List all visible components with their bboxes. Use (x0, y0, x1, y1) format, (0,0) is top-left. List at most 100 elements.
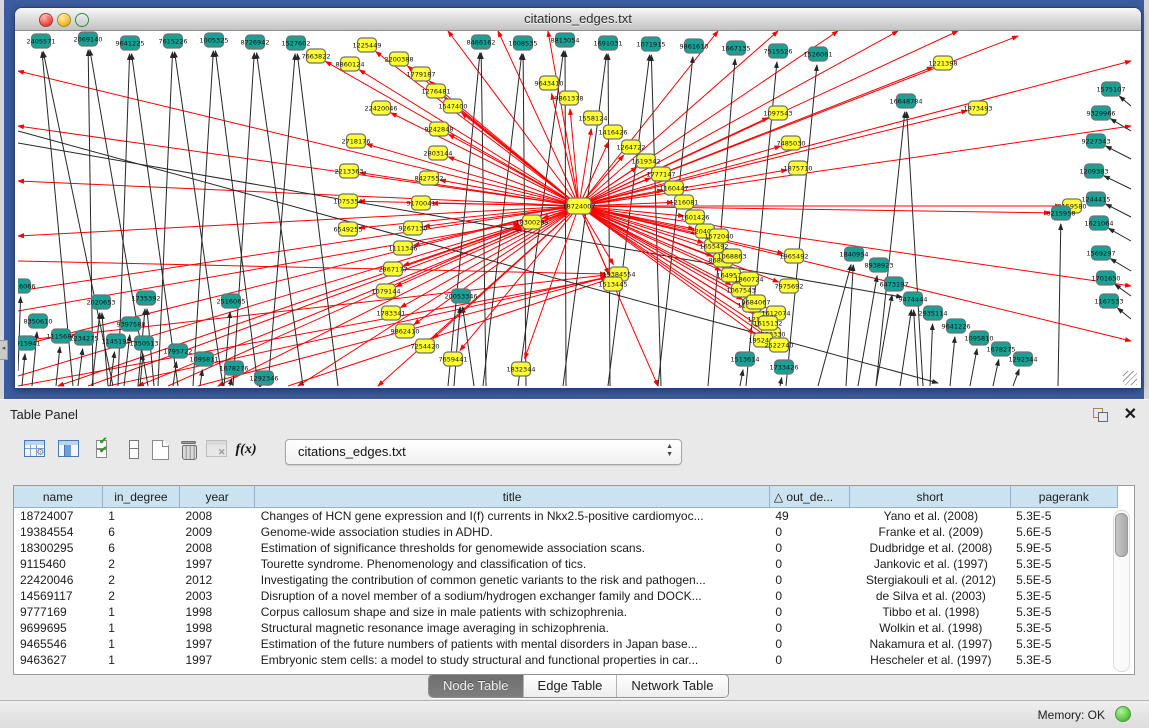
table-cell[interactable]: Wolkin et al. (1998) (850, 620, 1011, 636)
graph-node[interactable]: 1832344 (507, 362, 536, 376)
graph-node[interactable]: 9861610 (680, 39, 709, 53)
table-cell[interactable]: 2 (102, 572, 179, 588)
graph-node[interactable]: 1795722 (164, 344, 193, 358)
graph-node[interactable]: 1167533 (1095, 294, 1124, 308)
graph-node[interactable]: 1575107 (1097, 82, 1126, 96)
graph-node[interactable]: 1513614 (731, 352, 760, 366)
function-icon[interactable]: f(x) (234, 440, 258, 466)
table-row[interactable]: 946554611997Estimation of the future num… (14, 636, 1118, 652)
table-cell[interactable]: 5.3E-5 (1010, 508, 1117, 525)
row-selector-icon[interactable] (122, 440, 146, 466)
table-cell[interactable]: 2 (102, 588, 179, 604)
graph-node[interactable]: 8350610 (24, 314, 53, 328)
table-scrollbar[interactable] (1113, 510, 1130, 672)
graph-node[interactable]: 1225449 (353, 38, 382, 52)
table-cell[interactable]: Estimation of significance thresholds fo… (255, 540, 770, 556)
graph-node[interactable]: 7515526 (764, 44, 793, 58)
table-cell[interactable]: 0 (769, 588, 849, 604)
table-cell[interactable]: Corpus callosum shape and size in male p… (255, 604, 770, 620)
graph-node[interactable]: 2803144 (424, 146, 453, 160)
table-cell[interactable]: 5.9E-5 (1010, 540, 1117, 556)
table-cell[interactable]: 0 (769, 652, 849, 668)
table-cell[interactable]: 5.3E-5 (1010, 556, 1117, 572)
graph-node[interactable]: 8466162 (467, 35, 496, 49)
table-selector-dropdown[interactable]: citations_edges.txt ▲▼ (285, 439, 682, 465)
graph-node[interactable]: 2020653 (87, 295, 116, 309)
graph-node[interactable]: 1558124 (579, 111, 608, 125)
graph-node[interactable]: 1221398 (929, 56, 958, 70)
graph-node[interactable]: 7975692 (775, 279, 804, 293)
table-cell[interactable]: 0 (769, 604, 849, 620)
table-cell[interactable]: 18724007 (14, 508, 102, 525)
graph-node[interactable]: 2516066 (18, 279, 35, 293)
graph-node[interactable]: 1292346 (250, 371, 279, 385)
graph-node[interactable]: 1005325 (200, 33, 229, 47)
column-header-name[interactable]: name (14, 486, 102, 508)
table-cell[interactable]: Franke et al. (2009) (850, 524, 1011, 540)
table-cell[interactable]: Disruption of a novel member of a sodium… (255, 588, 770, 604)
table-cell[interactable]: 1997 (180, 556, 255, 572)
graph-node[interactable]: 1678275 (987, 342, 1016, 356)
table-cell[interactable]: Tourette syndrome. Phenomenology and cla… (255, 556, 770, 572)
graph-node[interactable]: 1691031 (594, 36, 623, 50)
graph-node[interactable]: 2069140 (74, 32, 103, 46)
table-cell[interactable]: 1997 (180, 636, 255, 652)
graph-node[interactable]: 1527602 (282, 36, 311, 50)
select-checks-icon[interactable]: ✔✔ (92, 440, 116, 466)
table-cell[interactable]: 0 (769, 556, 849, 572)
table-cell[interactable]: 2 (102, 556, 179, 572)
table-cell[interactable]: Changes of HCN gene expression and I(f) … (255, 508, 770, 525)
table-cell[interactable]: 14569117 (14, 588, 102, 604)
table-cell[interactable]: 1998 (180, 604, 255, 620)
graph-node[interactable]: 2935114 (919, 306, 948, 320)
column-header-title[interactable]: title (255, 486, 770, 508)
table-cell[interactable]: 2012 (180, 572, 255, 588)
window-resize-grip[interactable] (1123, 371, 1137, 385)
graph-node[interactable]: 9474444 (899, 292, 928, 306)
graph-node[interactable]: 6473197 (880, 277, 909, 291)
table-cell[interactable]: 1 (102, 508, 179, 525)
table-cell[interactable]: 9777169 (14, 604, 102, 620)
table-row[interactable]: 969969511998Structural magnetic resonanc… (14, 620, 1118, 636)
graph-node[interactable]: 2200388 (385, 52, 414, 66)
graph-node[interactable]: 1701650 (1092, 271, 1121, 285)
graph-node[interactable]: 9641226 (942, 319, 971, 333)
table-cell[interactable]: 19384554 (14, 524, 102, 540)
graph-node[interactable]: 1350513 (130, 336, 159, 350)
column-header-in_degree[interactable]: in_degree (102, 486, 179, 508)
table-cell[interactable]: 1 (102, 652, 179, 668)
graph-node[interactable]: 9643410 (535, 76, 564, 90)
table-cell[interactable]: 1 (102, 636, 179, 652)
column-header-year[interactable]: year (180, 486, 255, 508)
table-cell[interactable]: 49 (769, 508, 849, 525)
table-cell[interactable]: de Silva et al. (2003) (850, 588, 1011, 604)
table-row[interactable]: 946362711997Embryonic stem cells: a mode… (14, 652, 1118, 668)
table-cell[interactable]: 2008 (180, 540, 255, 556)
graph-node[interactable]: 9242848 (425, 122, 454, 136)
graph-node[interactable]: 1008535 (509, 36, 538, 50)
table-cell[interactable]: Estimation of the future numbers of pati… (255, 636, 770, 652)
graph-node[interactable]: 9862410 (391, 324, 420, 338)
table-cell[interactable]: 2008 (180, 508, 255, 525)
graph-node[interactable]: 2516065 (217, 294, 246, 308)
graph-node[interactable]: 1095810 (965, 331, 994, 345)
close-panel-icon[interactable]: ✕ (1124, 404, 1137, 424)
table-mode-icon[interactable]: ⚙ (22, 440, 46, 466)
graph-node[interactable]: 18724007 (562, 198, 595, 214)
table-cell[interactable]: 6 (102, 540, 179, 556)
table-cell[interactable]: Jankovic et al. (1997) (850, 556, 1011, 572)
tab-node-table[interactable]: Node Table (429, 675, 524, 697)
network-canvas[interactable]: 1872400718300295193845547663822886012412… (18, 31, 1138, 387)
table-cell[interactable]: 1 (102, 620, 179, 636)
table-row[interactable]: 2242004622012Investigating the contribut… (14, 572, 1118, 588)
graph-node[interactable]: 1526061 (804, 47, 833, 61)
graph-node[interactable]: 1145194 (102, 334, 131, 348)
tab-edge-table[interactable]: Edge Table (524, 675, 618, 697)
table-row[interactable]: 1456911722003Disruption of a novel membe… (14, 588, 1118, 604)
graph-node[interactable]: 7663822 (302, 49, 331, 63)
table-scrollbar-thumb[interactable] (1115, 513, 1128, 557)
graph-node[interactable]: 2718176 (342, 134, 371, 148)
table-cell[interactable]: Stergiakouli et al. (2012) (850, 572, 1011, 588)
table-row[interactable]: 1872400712008Changes of HCN gene express… (14, 508, 1118, 525)
table-cell[interactable]: 5.3E-5 (1010, 604, 1117, 620)
